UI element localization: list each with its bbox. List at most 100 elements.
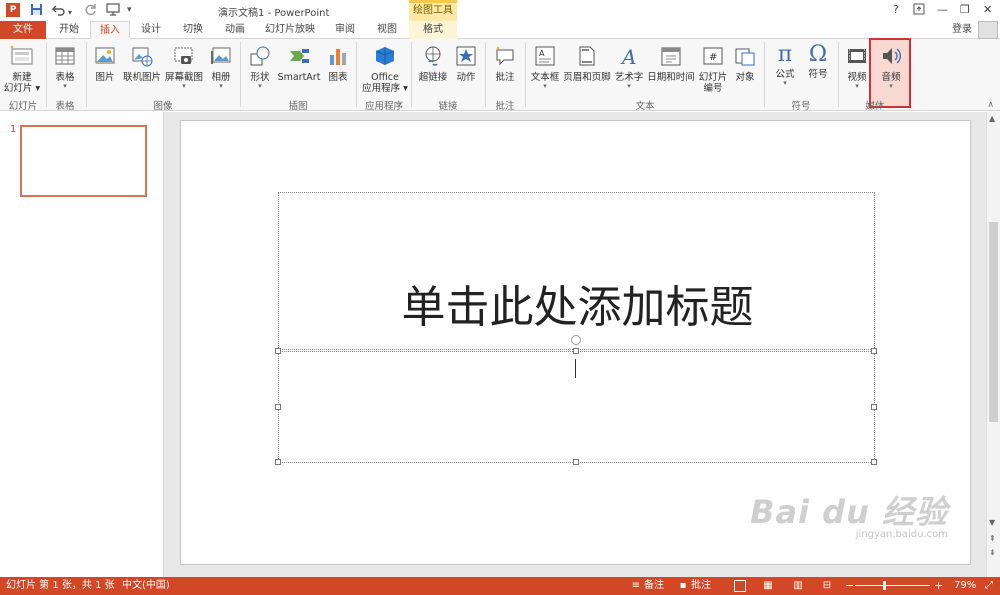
title-bar: P ▾ ▾ 演示文稿1 - PowerPoint 绘图工具 ? — ❐ ✕	[0, 0, 1000, 21]
ribbon-separator	[764, 42, 765, 107]
customize-qat-icon[interactable]: ▾	[127, 3, 132, 17]
comments-button[interactable]: 批注	[691, 577, 711, 595]
office-apps-label: Office	[371, 72, 399, 83]
zoom-slider[interactable]	[855, 585, 930, 586]
picture-label: 图片	[95, 72, 115, 83]
close-icon[interactable]: ✕	[983, 3, 992, 17]
audio-button[interactable]: 音频 ▾	[875, 45, 907, 90]
redo-icon[interactable]	[84, 3, 97, 19]
previous-slide-icon[interactable]: ⇞	[989, 534, 996, 543]
screenshot-icon	[164, 45, 204, 70]
online-picture-button[interactable]: 联机图片	[120, 45, 164, 83]
symbol-button[interactable]: Ω 符号	[803, 42, 833, 81]
action-button[interactable]: 动作	[452, 45, 480, 83]
object-button[interactable]: 对象	[731, 45, 759, 83]
tab-insert[interactable]: 插入	[90, 21, 130, 39]
slide-sorter-icon[interactable]: ▦	[762, 580, 774, 592]
resize-handle[interactable]	[871, 459, 877, 465]
restore-icon[interactable]: ❐	[960, 3, 970, 17]
hyperlink-icon	[416, 45, 450, 70]
hyperlink-label: 超链接	[418, 72, 448, 83]
group-label-tables: 表格	[55, 101, 75, 112]
rotate-handle[interactable]	[571, 335, 581, 345]
chart-button[interactable]: 图表	[324, 45, 352, 83]
tab-file[interactable]: 文件	[0, 21, 46, 39]
slide-number-icon: #	[696, 45, 730, 70]
comment-label: 批注	[495, 72, 515, 83]
resize-handle[interactable]	[573, 348, 579, 354]
picture-button[interactable]: 图片	[91, 45, 119, 83]
wordart-button[interactable]: A 艺术字 ▾	[612, 45, 646, 90]
help-icon[interactable]: ?	[893, 3, 899, 17]
vertical-scrollbar[interactable]: ▲ ▼ ⇞ ⇟	[986, 112, 1000, 577]
tab-review[interactable]: 审阅	[328, 21, 362, 39]
zoom-level[interactable]: 79%	[954, 577, 976, 595]
save-icon[interactable]	[30, 3, 43, 19]
omega-icon: Ω	[808, 42, 828, 67]
resize-handle[interactable]	[275, 404, 281, 410]
avatar[interactable]	[978, 21, 998, 39]
svg-text:A: A	[539, 49, 545, 58]
next-slide-icon[interactable]: ⇟	[989, 548, 996, 557]
resize-handle[interactable]	[275, 459, 281, 465]
zoom-in-button[interactable]: +	[934, 577, 943, 595]
ribbon-display-options-icon[interactable]	[913, 3, 925, 19]
calendar-icon	[646, 45, 696, 70]
photo-album-button[interactable]: 相册 ▾	[207, 45, 235, 90]
hyperlink-button[interactable]: 超链接	[416, 45, 450, 83]
tab-transitions[interactable]: 切换	[176, 21, 210, 39]
title-placeholder[interactable]: 单击此处添加标题	[278, 192, 875, 350]
subtitle-placeholder[interactable]	[278, 351, 875, 463]
resize-handle[interactable]	[275, 348, 281, 354]
date-time-button[interactable]: 日期和时间	[646, 45, 696, 83]
tab-slideshow[interactable]: 幻灯片放映	[260, 21, 320, 39]
smartart-label: SmartArt	[277, 72, 321, 83]
tab-home[interactable]: 开始	[52, 21, 86, 39]
header-footer-button[interactable]: 页眉和页脚	[561, 45, 613, 83]
resize-handle[interactable]	[573, 459, 579, 465]
collapse-ribbon-icon[interactable]: ∧	[987, 100, 994, 110]
zoom-out-button[interactable]: −	[845, 577, 854, 595]
action-label: 动作	[456, 72, 476, 83]
comment-button[interactable]: 批注	[491, 45, 519, 83]
group-label-illustrations: 插图	[288, 101, 308, 112]
svg-text:#: #	[709, 52, 717, 63]
scroll-up-icon[interactable]: ▲	[989, 114, 995, 123]
tab-format[interactable]: 格式	[409, 21, 457, 39]
fit-to-window-icon[interactable]: ⤢	[983, 580, 995, 592]
notes-button[interactable]: 备注	[644, 577, 664, 595]
resize-handle[interactable]	[871, 348, 877, 354]
language-status[interactable]: 中文(中国)	[122, 577, 170, 595]
video-button[interactable]: 视频 ▾	[843, 45, 871, 90]
table-button[interactable]: 表格 ▾	[50, 45, 80, 90]
undo-icon[interactable]	[52, 3, 66, 19]
smartart-button[interactable]: SmartArt	[277, 45, 321, 83]
sign-in-link[interactable]: 登录	[952, 21, 972, 38]
zoom-slider-knob[interactable]	[883, 581, 886, 590]
scrollbar-thumb[interactable]	[989, 222, 998, 422]
equation-button[interactable]: π 公式 ▾	[770, 43, 800, 87]
powerpoint-app-icon[interactable]: P	[6, 3, 20, 17]
resize-handle[interactable]	[871, 404, 877, 410]
slide-number-button[interactable]: # 幻灯片 编号	[696, 45, 730, 94]
new-slide-button[interactable]: 新建 幻灯片 ▾	[2, 45, 42, 94]
undo-dropdown-icon[interactable]: ▾	[68, 6, 72, 20]
scroll-down-icon[interactable]: ▼	[989, 518, 995, 527]
header-footer-icon	[561, 45, 613, 70]
minimize-icon[interactable]: —	[937, 3, 948, 17]
tab-animations[interactable]: 动画	[218, 21, 252, 39]
text-cursor	[575, 359, 576, 378]
normal-view-icon[interactable]	[734, 580, 746, 592]
office-apps-button[interactable]: Office 应用程序 ▾	[360, 45, 410, 94]
shapes-button[interactable]: 形状 ▾	[246, 45, 274, 90]
title-placeholder-text[interactable]: 单击此处添加标题	[279, 283, 876, 333]
object-label: 对象	[735, 72, 755, 83]
reading-view-icon[interactable]: ▥	[792, 580, 804, 592]
slideshow-view-icon[interactable]: ⊟	[821, 580, 833, 592]
slide-thumbnail[interactable]	[20, 125, 147, 197]
tab-view[interactable]: 视图	[370, 21, 404, 39]
textbox-button[interactable]: A 文本框 ▾	[529, 45, 561, 90]
screenshot-button[interactable]: 屏幕截图 ▾	[164, 45, 204, 90]
tab-design[interactable]: 设计	[134, 21, 168, 39]
start-slideshow-icon[interactable]	[106, 3, 120, 19]
